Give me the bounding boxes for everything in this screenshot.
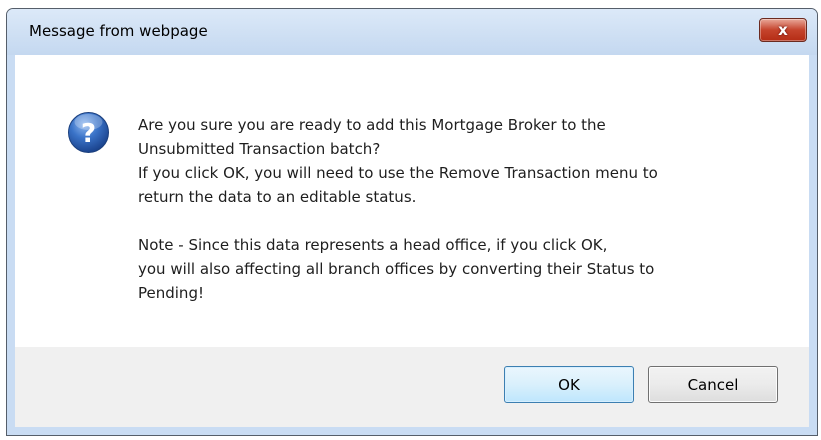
message-line: Pending!	[138, 284, 204, 302]
message-line	[138, 209, 778, 233]
cancel-button[interactable]: Cancel	[648, 366, 778, 403]
dialog-button-bar: OK Cancel	[15, 347, 809, 427]
ok-button[interactable]: OK	[504, 366, 634, 403]
message-line: Note - Since this data represents a head…	[138, 236, 608, 254]
message-line: return the data to an editable status.	[138, 188, 417, 206]
dialog-titlebar[interactable]: Message from webpage x	[7, 9, 817, 55]
message-line: Unsubmitted Transaction batch?	[138, 140, 381, 158]
message-line: you will also affecting all branch offic…	[138, 260, 655, 278]
dialog-message: Are you sure you are ready to add this M…	[138, 113, 778, 305]
dialog-title: Message from webpage	[29, 22, 208, 40]
message-line: If you click OK, you will need to use th…	[138, 164, 658, 182]
close-icon: x	[778, 21, 788, 39]
message-line: Are you sure you are ready to add this M…	[138, 116, 606, 134]
close-button[interactable]: x	[759, 18, 807, 42]
svg-text:?: ?	[81, 119, 96, 149]
message-dialog: Message from webpage x ? Are you sure yo…	[6, 8, 818, 436]
dialog-content: ? Are you sure you are ready to add this…	[15, 55, 809, 347]
question-icon: ?	[68, 112, 109, 153]
